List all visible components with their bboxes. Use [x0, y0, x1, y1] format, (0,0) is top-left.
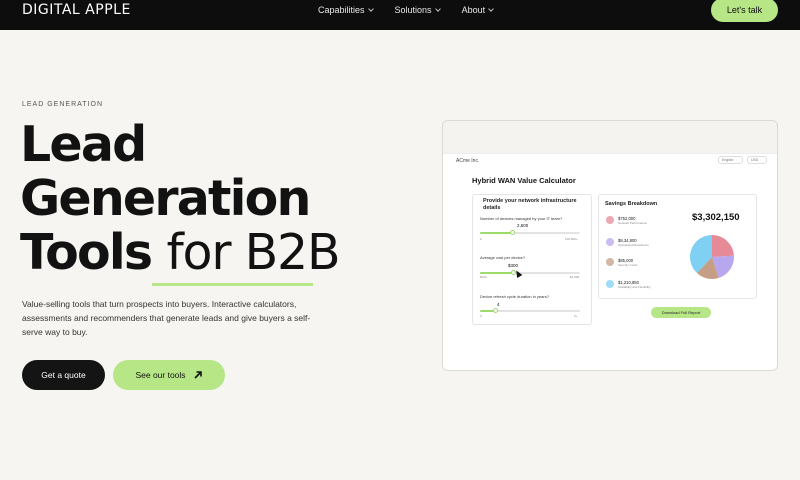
- nav-links: Capabilities Solutions About: [318, 5, 494, 15]
- nav-item-label: Capabilities: [318, 5, 365, 15]
- savings-pie-chart: [690, 235, 734, 279]
- title-light-words: for B2B: [166, 224, 340, 281]
- arrow-up-right-icon: [193, 371, 202, 379]
- savings-heading: Savings Breakdown: [605, 201, 658, 207]
- input-label: Number of devices managed by your IT tea…: [480, 216, 563, 221]
- language-select[interactable]: English: [718, 156, 743, 164]
- slider-min: 0: [480, 314, 482, 318]
- savings-label: Scalability and Flexibility: [618, 285, 651, 289]
- page-title: Lead Generation Tools for B2B: [20, 116, 341, 281]
- pie-slice: [712, 235, 734, 257]
- chevron-down-icon: [434, 5, 441, 12]
- chevron-down-icon: [488, 5, 494, 12]
- savings-item: $1,210,850 Scalability and Flexibility: [606, 280, 651, 289]
- devices-slider[interactable]: [480, 230, 580, 235]
- section-eyebrow: LEAD GENERATION: [22, 101, 103, 108]
- operations-icon: [606, 238, 614, 246]
- hero-description: Value-selling tools that turn prospects …: [22, 299, 311, 337]
- get-quote-button[interactable]: Get a quote: [22, 360, 105, 390]
- inputs-heading: Provide your network infrastructure deta…: [483, 198, 577, 211]
- slider-min: 0: [480, 237, 482, 241]
- see-tools-button[interactable]: See our tools: [113, 360, 225, 390]
- savings-item: $752,000 Network Performance: [606, 216, 647, 225]
- slider-fill: [480, 272, 513, 274]
- chevron-down-icon: [367, 5, 374, 12]
- title-line-3: Tools for B2B: [20, 224, 341, 281]
- input-label: Device refresh cycle duration in years?: [480, 294, 549, 299]
- savings-item: $8,34,800 Operational Excellence: [606, 238, 649, 247]
- cost-slider[interactable]: [480, 270, 580, 275]
- slider-min: $100: [480, 275, 487, 279]
- network-icon: [606, 216, 614, 224]
- savings-item: $85,000 Security Costs: [606, 258, 637, 267]
- slider-max: 100,000+: [565, 237, 578, 241]
- title-line-2: Generation: [20, 170, 311, 227]
- input-label: Average cost per device?: [480, 255, 526, 260]
- mouse-cursor-icon: [513, 268, 523, 279]
- savings-label: Operational Excellence: [618, 243, 649, 247]
- title-underline: [152, 283, 313, 286]
- scalability-icon: [606, 280, 614, 288]
- title-line-1: Lead: [20, 116, 147, 173]
- savings-panel: Savings Breakdown $3,302,150 $752,000 Net…: [598, 194, 757, 299]
- security-icon: [606, 258, 614, 266]
- download-report-button[interactable]: Download Full Report: [651, 307, 711, 318]
- savings-label: Network Performance: [618, 221, 648, 225]
- input-value: 2,500: [517, 223, 529, 228]
- see-tools-label: See our tools: [135, 370, 186, 380]
- slider-handle[interactable]: [493, 308, 498, 313]
- title-bold-word: Tools: [20, 224, 153, 281]
- slider-max: $1,000: [570, 275, 580, 279]
- slider-handle[interactable]: [510, 230, 515, 235]
- nav-item-about[interactable]: About: [462, 5, 494, 15]
- input-value: $300: [508, 263, 519, 268]
- nav-item-label: About: [461, 5, 486, 15]
- savings-label: Security Costs: [618, 263, 638, 267]
- nav-item-solutions[interactable]: Solutions: [394, 5, 441, 15]
- calculator-preview: ACme Inc. English USD Hybrid WAN Value C…: [442, 120, 778, 371]
- logo[interactable]: DIGITAL APPLE: [22, 1, 131, 19]
- slider-max: 5+: [574, 314, 578, 318]
- nav-item-label: Solutions: [394, 5, 432, 15]
- company-name: ACme Inc.: [456, 158, 480, 164]
- preview-window: ACme Inc. English USD Hybrid WAN Value C…: [443, 153, 777, 370]
- nav-item-capabilities[interactable]: Capabilities: [318, 5, 374, 15]
- calculator-title: Hybrid WAN Value Calculator: [472, 176, 576, 185]
- savings-total: $3,302,150: [692, 212, 740, 223]
- slider-fill: [480, 232, 512, 234]
- lets-talk-button[interactable]: Let's talk: [711, 0, 778, 22]
- input-value: 4: [497, 302, 500, 307]
- inputs-panel: Provide your network infrastructure deta…: [472, 194, 592, 325]
- refresh-slider[interactable]: [480, 308, 580, 313]
- top-nav: DIGITAL APPLE Capabilities Solutions Abo…: [0, 0, 800, 30]
- currency-select[interactable]: USD: [747, 156, 767, 164]
